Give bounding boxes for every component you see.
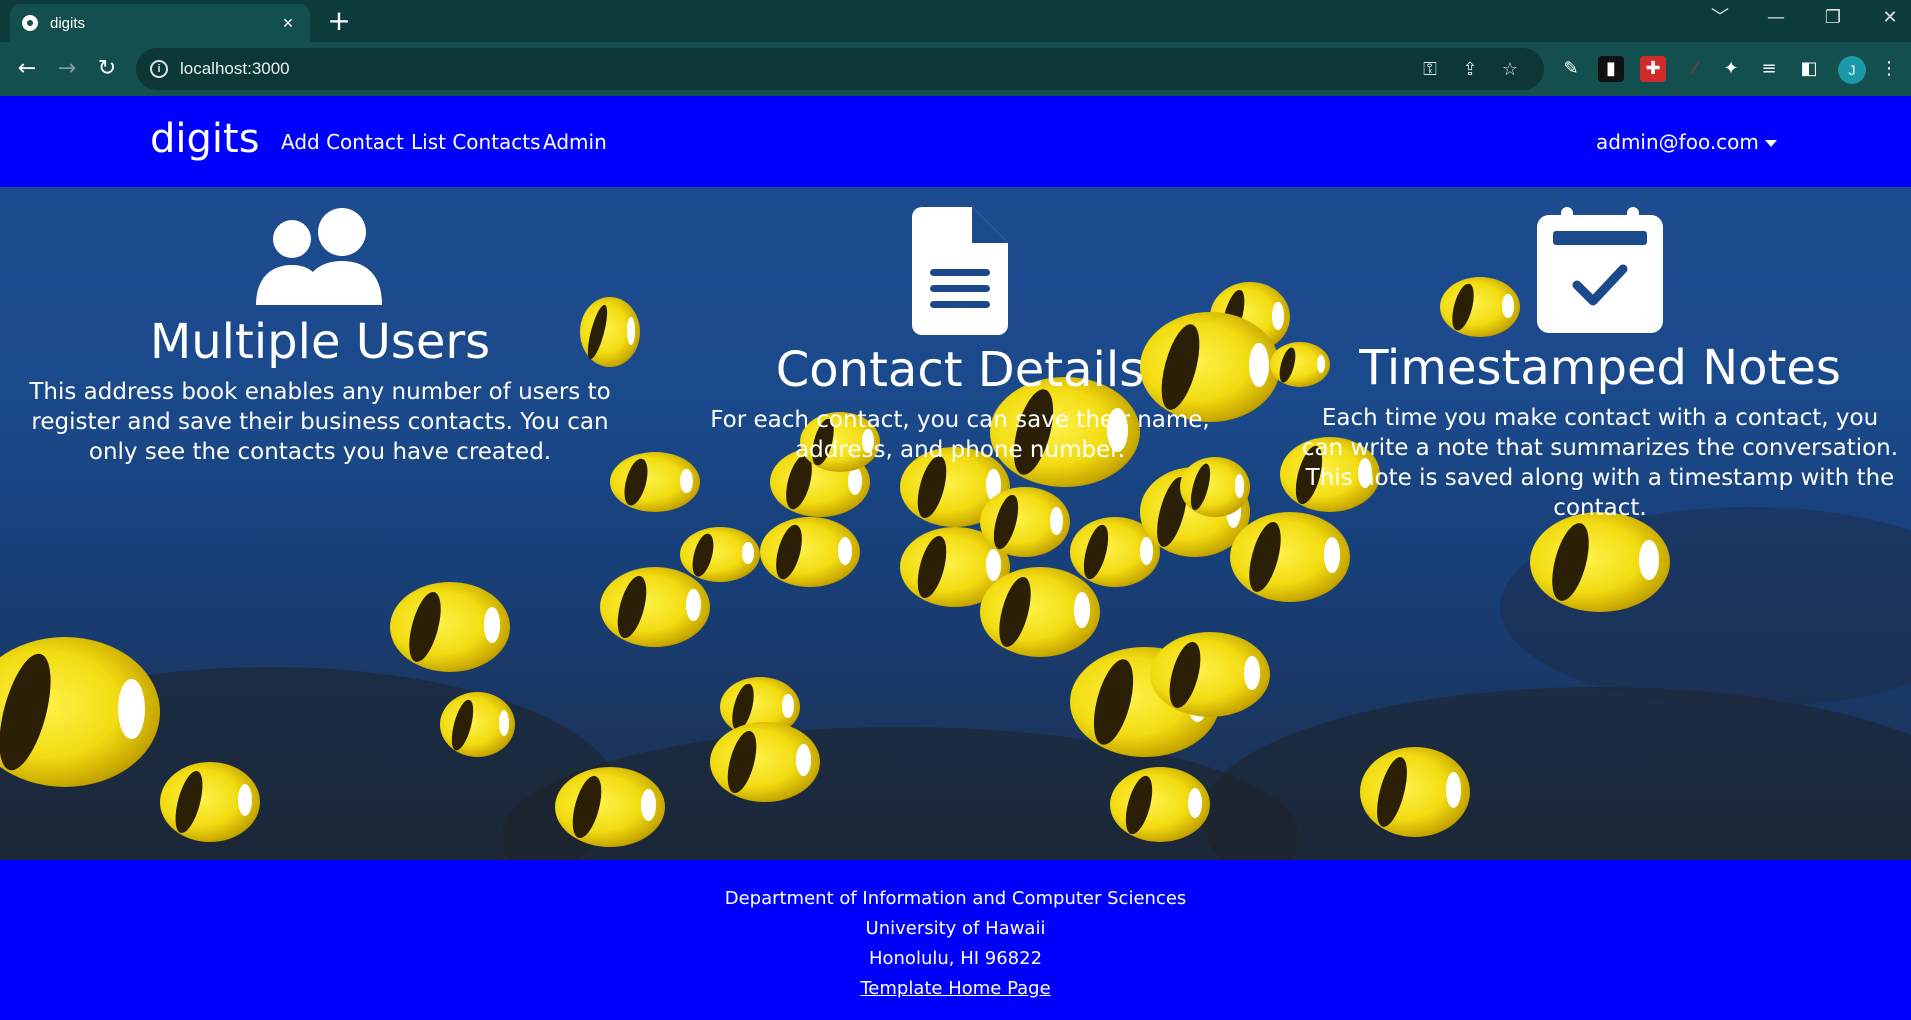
favicon-icon [22, 15, 38, 31]
restore-button[interactable]: ❐ [1813, 4, 1853, 32]
reload-icon[interactable]: ↻ [92, 54, 122, 84]
footer-address: Honolulu, HI 96822 [868, 948, 1043, 969]
feature-multiple-users: Multiple Users This address book enables… [20, 207, 620, 467]
file-lines-icon [912, 207, 1008, 335]
feature-contact-details: Contact Details For each contact, you ca… [665, 207, 1255, 465]
extensions-puzzle-icon[interactable]: ✦ [1718, 56, 1744, 82]
browser-tab[interactable]: digits × [10, 4, 310, 42]
browser-toolbar: ← → ↻ i localhost:3000 ⚿ ⇪ ☆ ✎ ▮ ✚ ⁄ ✦ ≡… [0, 42, 1911, 96]
forward-icon[interactable]: → [52, 54, 82, 84]
menu-kebab-icon[interactable]: ⋮ [1876, 56, 1902, 82]
user-email: admin@foo.com [1596, 130, 1759, 154]
user-dropdown[interactable]: admin@foo.com [1596, 130, 1777, 154]
navbar: digits Add Contact List Contacts Admin a… [0, 96, 1911, 187]
footer-university: University of Hawaii [865, 918, 1046, 939]
feature-title: Timestamped Notes [1359, 340, 1841, 396]
calendar-check-icon [1537, 207, 1663, 333]
back-icon[interactable]: ← [12, 54, 42, 84]
striped-extension-icon[interactable]: ⁄ [1682, 56, 1708, 82]
minimize-button[interactable]: — [1756, 4, 1796, 32]
brand-logo[interactable]: digits [150, 116, 260, 162]
key-icon[interactable]: ⚿ [1410, 59, 1450, 80]
nav-list-contacts[interactable]: List Contacts [411, 130, 541, 154]
close-window-button[interactable]: ✕ [1870, 4, 1910, 32]
feature-title: Contact Details [775, 342, 1145, 398]
feature-description: For each contact, you can save their nam… [710, 407, 1210, 463]
nav-admin[interactable]: Admin [543, 130, 607, 154]
tab-close-icon[interactable]: × [278, 13, 298, 34]
hero-section: Multiple Users This address book enables… [0, 187, 1911, 860]
feature-description: Each time you make contact with a contac… [1301, 405, 1899, 521]
side-panel-icon[interactable]: ◧ [1796, 56, 1822, 82]
footer: Department of Information and Computer S… [0, 860, 1911, 1020]
url-text[interactable]: localhost:3000 [180, 59, 1410, 79]
tab-strip: digits × + ﹀ — ❐ ✕ [0, 0, 1911, 42]
media-controls-icon[interactable]: ≡ [1756, 56, 1782, 82]
caret-down-icon [1764, 140, 1777, 147]
tab-title: digits [50, 14, 86, 32]
extension-icon[interactable]: ▮ [1598, 56, 1624, 82]
red-extension-icon[interactable]: ✚ [1640, 56, 1666, 82]
nav-add-contact[interactable]: Add Contact [281, 130, 404, 154]
profile-avatar[interactable]: J [1838, 56, 1866, 84]
feature-description: This address book enables any number of … [29, 379, 611, 465]
template-home-link[interactable]: Template Home Page [860, 978, 1050, 999]
users-icon [256, 208, 382, 305]
site-info-icon[interactable]: i [150, 60, 168, 78]
bookmark-star-icon[interactable]: ☆ [1490, 59, 1530, 80]
footer-department: Department of Information and Computer S… [724, 888, 1187, 909]
tab-search-icon[interactable]: ﹀ [1700, 4, 1740, 32]
eyedropper-extension-icon[interactable]: ✎ [1558, 56, 1584, 82]
share-icon[interactable]: ⇪ [1450, 59, 1490, 80]
address-bar[interactable]: i localhost:3000 ⚿ ⇪ ☆ [136, 48, 1544, 90]
feature-timestamped-notes: Timestamped Notes Each time you make con… [1300, 207, 1900, 523]
new-tab-button[interactable]: + [324, 6, 354, 36]
feature-title: Multiple Users [149, 314, 491, 370]
